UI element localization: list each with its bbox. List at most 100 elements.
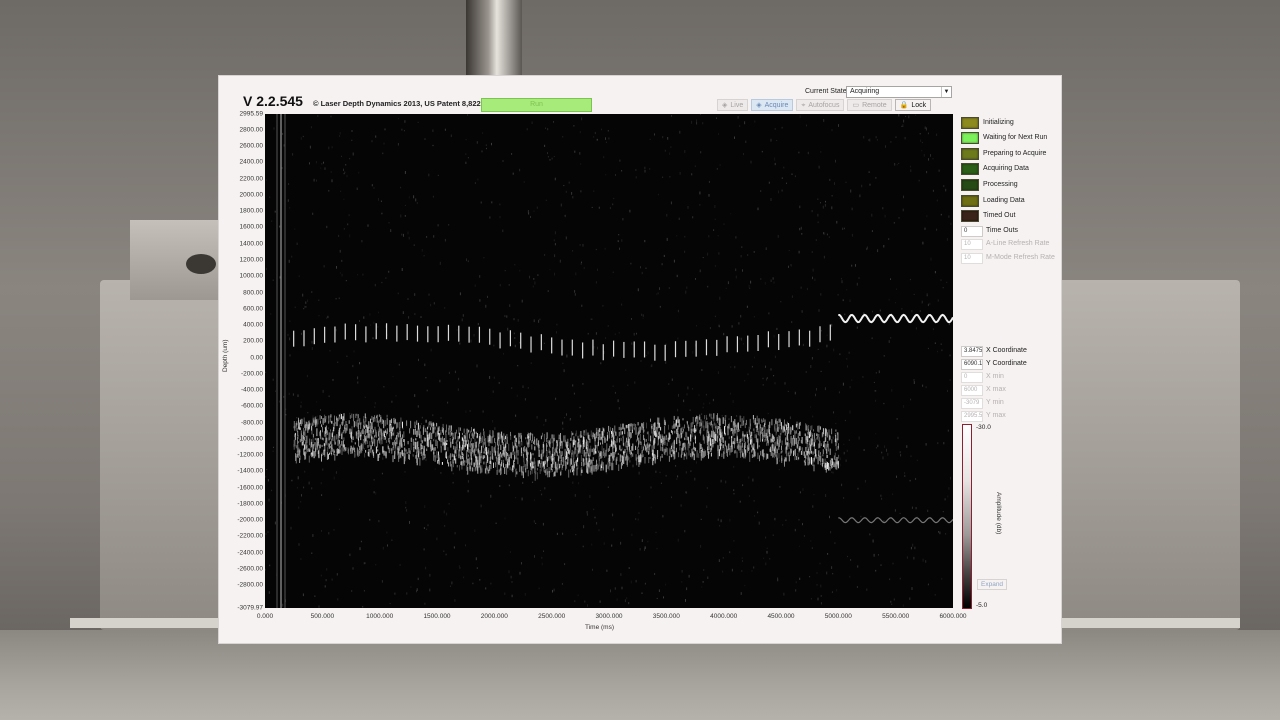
bottom-trace-speckle xyxy=(433,427,435,433)
bottom-trace-speckle xyxy=(343,413,345,421)
m-mode-plot[interactable] xyxy=(265,114,953,608)
noise-speckle xyxy=(296,417,298,419)
noise-speckle xyxy=(583,525,585,529)
noise-speckle xyxy=(834,542,836,544)
noise-speckle xyxy=(265,532,267,535)
bottom-trace-speckle xyxy=(519,441,521,448)
bottom-trace-speckle xyxy=(310,423,312,426)
bottom-trace-speckle xyxy=(726,445,728,453)
noise-speckle xyxy=(932,189,934,192)
bottom-trace-speckle xyxy=(510,452,512,459)
bottom-trace-speckle xyxy=(664,426,666,434)
amplitude-colorbar[interactable] xyxy=(962,424,972,609)
noise-speckle xyxy=(670,146,672,148)
noise-speckle xyxy=(606,569,608,572)
bottom-trace-speckle xyxy=(389,433,391,439)
noise-speckle xyxy=(677,475,679,478)
bottom-trace-speckle xyxy=(327,453,329,460)
noise-speckle xyxy=(346,174,348,178)
bottom-trace-speckle xyxy=(594,433,595,440)
bottom-trace-speckle xyxy=(431,423,433,428)
noise-speckle xyxy=(885,145,886,148)
noise-speckle xyxy=(753,316,755,318)
bottom-trace-speckle xyxy=(526,440,528,445)
lock-button[interactable]: 🔒 Lock xyxy=(894,99,932,111)
noise-speckle xyxy=(731,568,733,572)
bottom-trace-speckle xyxy=(445,446,447,451)
bottom-trace-speckle xyxy=(794,450,796,455)
noise-speckle xyxy=(798,250,800,254)
bottom-trace-speckle xyxy=(811,433,813,436)
bottom-trace-speckle xyxy=(710,422,711,426)
m-mode-refresh-input[interactable]: 10 xyxy=(961,253,983,264)
bottom-trace-speckle xyxy=(455,454,457,457)
y-min-input[interactable]: -3079 xyxy=(961,398,983,409)
bottom-trace-speckle xyxy=(722,444,724,450)
bottom-trace-speckle xyxy=(632,453,634,457)
noise-speckle xyxy=(889,578,891,581)
bottom-trace-speckle xyxy=(423,436,425,442)
bottom-trace-speckle xyxy=(586,462,588,471)
noise-speckle xyxy=(831,206,833,210)
noise-speckle xyxy=(603,542,605,545)
noise-speckle xyxy=(440,417,442,419)
x-max-input[interactable]: 6000 xyxy=(961,385,983,396)
bottom-trace-speckle xyxy=(602,466,604,471)
noise-speckle xyxy=(318,315,320,317)
bottom-trace-speckle xyxy=(300,430,302,439)
x-min-input[interactable]: 0 xyxy=(961,372,983,383)
noise-speckle xyxy=(910,546,912,550)
expand-button[interactable]: Expand xyxy=(977,579,1008,590)
noise-speckle xyxy=(831,591,833,593)
noise-speckle xyxy=(723,332,725,336)
noise-speckle xyxy=(847,365,848,368)
noise-speckle xyxy=(369,518,371,521)
bottom-trace-speckle xyxy=(453,437,454,440)
y-max-input[interactable]: 2995.5 xyxy=(961,411,983,422)
a-line-refresh-input[interactable]: 10 xyxy=(961,239,983,250)
noise-speckle xyxy=(593,508,595,511)
noise-speckle xyxy=(934,342,936,344)
bottom-trace-speckle xyxy=(608,454,609,461)
noise-speckle xyxy=(331,179,333,183)
bottom-trace-speckle xyxy=(470,448,472,456)
bottom-trace-speckle xyxy=(557,440,559,447)
bottom-trace-speckle xyxy=(321,424,323,428)
noise-speckle xyxy=(696,121,698,125)
bottom-trace-speckle xyxy=(766,440,768,444)
bottom-trace-speckle xyxy=(530,460,532,463)
noise-speckle xyxy=(856,282,858,286)
bottom-trace-speckle xyxy=(460,461,462,465)
acquire-button[interactable]: ◈ Acquire xyxy=(751,99,794,111)
noise-speckle xyxy=(328,146,330,150)
bottom-trace-speckle xyxy=(409,428,411,434)
noise-speckle xyxy=(316,401,318,403)
noise-speckle xyxy=(820,595,822,597)
noise-speckle xyxy=(888,238,890,240)
bottom-trace-speckle xyxy=(319,435,321,438)
colorbar-label: Amplitude (db) xyxy=(995,492,1002,535)
current-state-select[interactable]: Acquiring ▼ xyxy=(846,86,952,98)
bottom-trace-speckle xyxy=(739,429,741,432)
noise-speckle xyxy=(872,539,874,543)
noise-speckle xyxy=(599,600,601,603)
bottom-trace-speckle xyxy=(539,463,541,468)
bottom-trace-speckle xyxy=(554,471,556,477)
m-mode-heatmap xyxy=(265,114,953,608)
autofocus-button[interactable]: ⌖ Autofocus xyxy=(796,99,845,111)
bottom-trace-speckle xyxy=(499,467,501,471)
bottom-trace-speckle xyxy=(693,446,695,451)
bottom-trace-speckle xyxy=(495,455,497,459)
noise-speckle xyxy=(327,427,329,430)
bottom-trace-speckle xyxy=(659,423,661,428)
noise-speckle xyxy=(733,465,735,468)
remote-button[interactable]: ▭ Remote xyxy=(847,99,892,111)
bottom-trace-speckle xyxy=(589,466,591,473)
noise-speckle xyxy=(373,321,375,324)
noise-speckle xyxy=(616,598,618,601)
noise-speckle xyxy=(467,114,469,116)
live-button[interactable]: ◈ Live xyxy=(717,99,749,111)
noise-speckle xyxy=(556,331,557,334)
bottom-trace-speckle xyxy=(492,456,494,460)
bottom-trace-speckle xyxy=(521,471,523,476)
